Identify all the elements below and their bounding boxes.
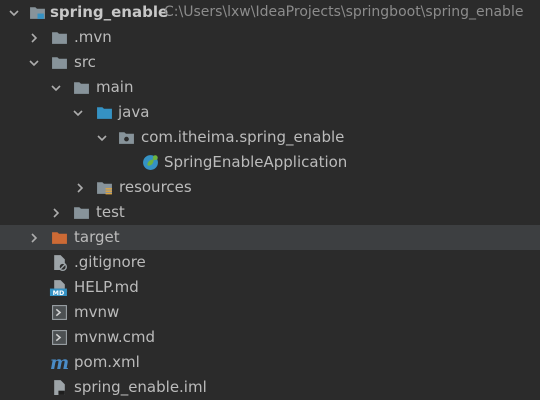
tree-row-test[interactable]: test [0,200,540,225]
tree-label-src: src [74,53,96,71]
tree-row-mvn[interactable]: .mvn [0,25,540,50]
chevron-down-icon[interactable] [94,125,110,150]
package-icon [117,125,135,150]
tree-label-test: test [96,203,125,221]
project-name: spring_enable [50,3,169,21]
tree-label-mvnw-cmd: mvnw.cmd [74,328,156,346]
chevron-right-icon[interactable] [72,175,88,200]
tree-row-app-class[interactable]: SpringEnableApplication [0,150,540,175]
module-folder-icon [28,0,46,25]
project-tree: spring_enable C:\Users\lxw\IdeaProjects\… [0,0,540,400]
spring-boot-class-icon [141,150,159,175]
tree-row-iml[interactable]: spring_enable.iml [0,375,540,400]
tree-row-src[interactable]: src [0,50,540,75]
excluded-folder-icon [50,225,68,250]
chevron-down-icon[interactable] [48,75,64,100]
tree-label-target: target [74,228,120,246]
tree-label-java: java [118,103,150,121]
tree-label-help: HELP.md [74,278,139,296]
chevron-down-icon[interactable] [70,100,86,125]
folder-icon [72,75,90,100]
tree-row-package[interactable]: com.itheima.spring_enable [0,125,540,150]
ignore-file-icon [50,250,68,275]
resources-folder-icon [95,175,113,200]
markdown-file-icon: MD [49,275,68,300]
markdown-badge-text: MD [52,289,64,297]
folder-icon [50,25,68,50]
shell-script-icon [50,300,68,325]
tree-label-mvn: .mvn [74,28,112,46]
tree-row-target[interactable]: target [0,225,540,250]
tree-row-java[interactable]: java [0,100,540,125]
chevron-down-icon[interactable] [6,0,22,25]
tree-row-mvnw[interactable]: mvnw [0,300,540,325]
chevron-right-icon[interactable] [26,225,42,250]
project-path: C:\Users\lxw\IdeaProjects\springboot\spr… [164,4,524,20]
tree-row-pom[interactable]: m pom.xml [0,350,540,375]
folder-icon [72,200,90,225]
tree-label-app-class: SpringEnableApplication [164,153,348,171]
folder-icon [50,50,68,75]
tree-row-mvnw-cmd[interactable]: mvnw.cmd [0,325,540,350]
tree-label-gitignore: .gitignore [74,253,146,271]
batch-file-icon [50,325,68,350]
tree-label-resources: resources [119,178,192,196]
tree-row-project-root[interactable]: spring_enable C:\Users\lxw\IdeaProjects\… [0,0,540,25]
tree-row-main[interactable]: main [0,75,540,100]
tree-label-mvnw: mvnw [74,303,120,321]
maven-icon: m [49,350,68,375]
chevron-right-icon[interactable] [48,200,64,225]
tree-label-pom: pom.xml [74,353,140,371]
source-folder-icon [95,100,113,125]
tree-label-iml: spring_enable.iml [74,378,207,396]
tree-label-package: com.itheima.spring_enable [141,128,345,146]
tree-row-help[interactable]: MD HELP.md [0,275,540,300]
module-file-icon [50,375,68,400]
maven-glyph: m [49,353,68,374]
tree-row-gitignore[interactable]: .gitignore [0,250,540,275]
chevron-down-icon[interactable] [26,50,42,75]
tree-label-main: main [96,78,134,96]
chevron-right-icon[interactable] [26,25,42,50]
tree-row-resources[interactable]: resources [0,175,540,200]
